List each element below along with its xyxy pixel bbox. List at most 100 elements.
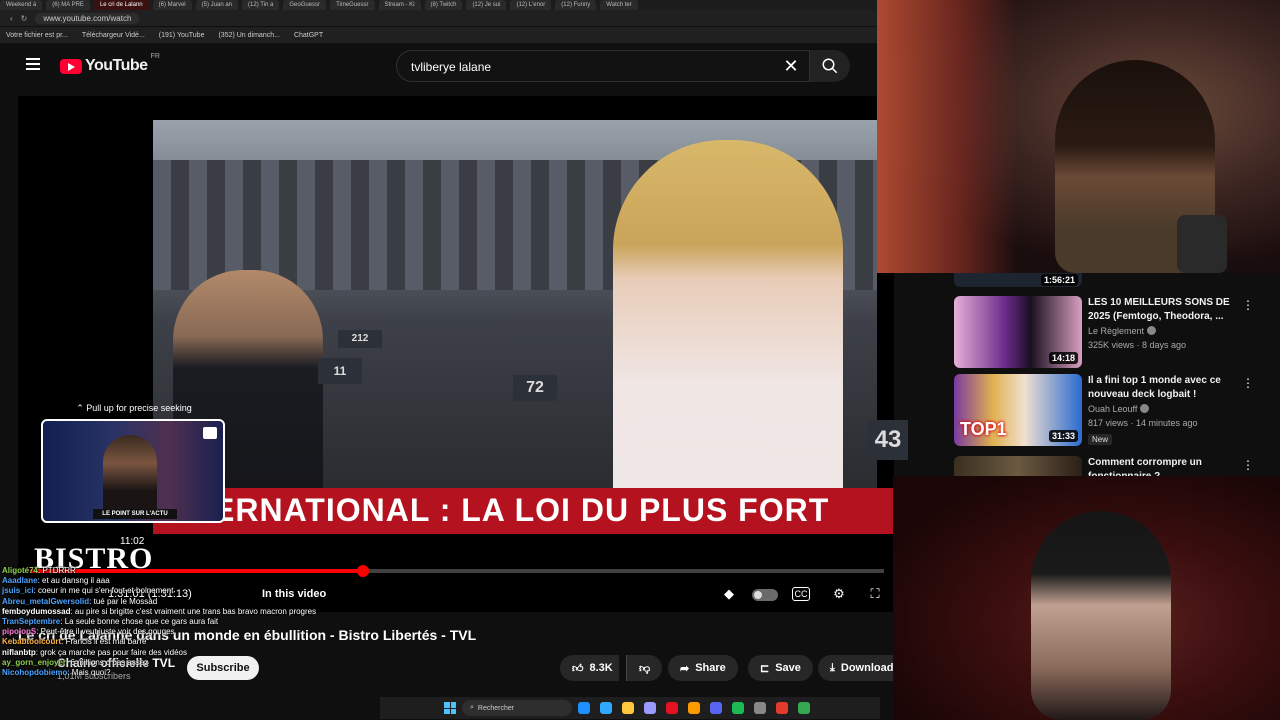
- autoplay-toggle[interactable]: [752, 589, 778, 601]
- chat-message: femboydumossad: au pire si brigitte c'es…: [2, 607, 362, 617]
- chat-message: pipolopS: Peut-être il veut juste voir d…: [2, 627, 362, 637]
- chat-message: Nicohopdobiemo: Mais quoi?: [2, 668, 362, 678]
- more-options-icon[interactable]: ⋮: [1242, 458, 1254, 472]
- browser-tab[interactable]: TimeGuessr: [330, 0, 375, 10]
- chat-text: PTDRRR: [42, 566, 76, 575]
- taskbar-app-icon[interactable]: [578, 702, 590, 714]
- reload-icon[interactable]: ↻: [21, 14, 28, 23]
- taskbar-app-icon[interactable]: [644, 702, 656, 714]
- recommendation-channel[interactable]: Ouah Leouff: [1088, 404, 1150, 414]
- recommendation-item[interactable]: 14:18 LES 10 MEILLEURS SONS DE 2025 (Fem…: [954, 296, 1264, 370]
- duration-badge: 1:56:21: [1040, 274, 1078, 286]
- hamburger-menu-icon[interactable]: [26, 58, 40, 70]
- chat-username[interactable]: TranSeptembre: [2, 617, 60, 626]
- browser-tab[interactable]: (12) Je sui: [466, 0, 507, 10]
- browser-tab[interactable]: Le cri de Lalann: [93, 0, 149, 10]
- taskbar-app-icon[interactable]: [798, 702, 810, 714]
- bookmarks-bar: Votre fichier est pr... Téléchargeur Vidé…: [0, 27, 880, 43]
- share-button[interactable]: ➦ Share: [668, 655, 738, 681]
- chat-text: coeur in me qui s'en fout et bolnement: [38, 586, 174, 596]
- browser-tab[interactable]: (12) Tin a: [242, 0, 280, 10]
- browser-tab[interactable]: Watch ter: [600, 0, 638, 10]
- browser-tab[interactable]: (5) Juan an: [195, 0, 239, 10]
- chat-username[interactable]: jsuis_ici: [2, 586, 34, 595]
- search-input[interactable]: tvliberye lalane: [396, 50, 810, 82]
- clear-search-icon[interactable]: ✕: [780, 56, 802, 76]
- bookmark-item[interactable]: (352) Un dimanch...: [218, 32, 279, 39]
- windows-start-icon[interactable]: [444, 702, 456, 714]
- search-button[interactable]: [810, 50, 850, 82]
- fullscreen-icon[interactable]: ⛶: [864, 584, 886, 604]
- taskbar-app-icon[interactable]: [776, 702, 788, 714]
- taskbar-search[interactable]: ⌕ Rechercher: [462, 700, 572, 716]
- search-icon: ⌕: [470, 704, 474, 711]
- like-button[interactable]: 👍︎ 8.3K: [560, 655, 619, 681]
- taskbar-app-icon[interactable]: [666, 702, 678, 714]
- previous-thumbnail[interactable]: 1:56:21: [954, 273, 1082, 287]
- browser-tab[interactable]: (12) L'enor: [510, 0, 552, 10]
- address-bar[interactable]: www.youtube.com/watch: [35, 12, 140, 24]
- chat-message: Aligoté74: PTDRRR: [2, 566, 362, 576]
- chat-username[interactable]: Aaadlane: [2, 576, 38, 585]
- browser-tab[interactable]: (6) MA PRE: [46, 0, 90, 10]
- video-thumbnail[interactable]: TOP1 31:33: [954, 374, 1082, 446]
- thumbs-up-icon: 👍︎: [572, 662, 584, 675]
- video-thumbnail[interactable]: [954, 456, 1082, 476]
- browser-tab[interactable]: Stream - Ki: [378, 0, 421, 10]
- taskbar-app-icon[interactable]: [688, 702, 700, 714]
- taskbar-app-icon[interactable]: [754, 702, 766, 714]
- back-icon[interactable]: ‹: [10, 14, 13, 23]
- recommendation-title[interactable]: Il a fini top 1 monde avec ce nouveau de…: [1088, 374, 1248, 402]
- duration-badge: 14:18: [1048, 352, 1078, 364]
- recommendation-channel[interactable]: Le Règlement: [1088, 326, 1157, 336]
- captions-icon[interactable]: CC: [792, 587, 810, 601]
- chat-text: Peut-être il veut juste voir des gouges: [40, 627, 175, 637]
- bookmark-item[interactable]: Téléchargeur Vidé...: [82, 32, 145, 39]
- bookmark-item[interactable]: ChatGPT: [294, 32, 323, 39]
- download-icon: ⤓: [830, 661, 835, 674]
- taskbar-app-icon[interactable]: [710, 702, 722, 714]
- chat-text: tué par le Mossad: [93, 596, 158, 606]
- more-options-icon[interactable]: ⋮: [1242, 376, 1254, 390]
- youtube-logo[interactable]: YouTube FR: [60, 53, 160, 75]
- settings-gear-icon[interactable]: ⚙: [828, 584, 850, 604]
- preview-flag-icon: [203, 427, 217, 439]
- recommendation-item[interactable]: TOP1 31:33 Il a fini top 1 monde avec ce…: [954, 374, 1264, 448]
- recommendation-item[interactable]: Comment corrompre un fonctionnaire ? ⋮: [954, 456, 1264, 476]
- taskbar-app-icon[interactable]: [622, 702, 634, 714]
- chat-username[interactable]: femboydumossad: [2, 607, 70, 616]
- chat-username[interactable]: Kebabtoolcourt: [2, 637, 61, 646]
- chat-text: 6 millions c pas assez: [70, 657, 149, 667]
- logo-wordmark: YouTube: [85, 57, 148, 74]
- chat-username[interactable]: Abreu_metalGwersolid: [2, 597, 89, 606]
- chat-message: Aaadlane: et au dansng il aaa: [2, 576, 362, 586]
- download-button[interactable]: ⤓ Download: [818, 655, 894, 681]
- browser-tab[interactable]: (12) Funny: [555, 0, 597, 10]
- country-code: FR: [150, 53, 160, 60]
- more-options-icon[interactable]: ⋮: [1242, 298, 1254, 312]
- chat-username[interactable]: niflanbtp: [2, 648, 36, 657]
- hover-time: 11:02: [120, 536, 145, 547]
- recommendation-title[interactable]: Comment corrompre un fonctionnaire ?: [1088, 456, 1248, 476]
- sponsorblock-icon[interactable]: ◆: [718, 584, 740, 604]
- chat-username[interactable]: Nicohopdobiemo: [2, 668, 67, 677]
- taskbar-app-icon[interactable]: [600, 702, 612, 714]
- chat-username[interactable]: ay_gorn_enjoyer: [2, 658, 66, 667]
- save-button[interactable]: ⊏ Save: [748, 655, 813, 681]
- share-icon: ➦: [680, 662, 690, 675]
- recommendation-title[interactable]: LES 10 MEILLEURS SONS DE 2025 (Femtogo, …: [1088, 296, 1248, 324]
- chat-username[interactable]: Aligoté74: [2, 566, 38, 575]
- chat-message: Abreu_metalGwersolid: tué par le Mossad: [2, 597, 362, 607]
- browser-tab[interactable]: Weekend à: [0, 0, 43, 10]
- browser-tab[interactable]: GeoGuessr: [283, 0, 327, 10]
- browser-tab[interactable]: (8) Twitch: [424, 0, 463, 10]
- chat-username[interactable]: pipolopS: [2, 627, 36, 636]
- chat-text: La seule bonne chose que ce gars aura fa…: [64, 617, 219, 627]
- video-thumbnail[interactable]: 14:18: [954, 296, 1082, 368]
- dislike-button[interactable]: 👎︎: [626, 655, 663, 681]
- browser-tab[interactable]: (6) Marvel: [152, 0, 192, 10]
- bookmark-item[interactable]: Votre fichier est pr...: [6, 32, 68, 39]
- bookmark-item[interactable]: (191) YouTube: [159, 32, 205, 39]
- taskbar-app-icon[interactable]: [732, 702, 744, 714]
- microphone-icon: [1177, 215, 1227, 273]
